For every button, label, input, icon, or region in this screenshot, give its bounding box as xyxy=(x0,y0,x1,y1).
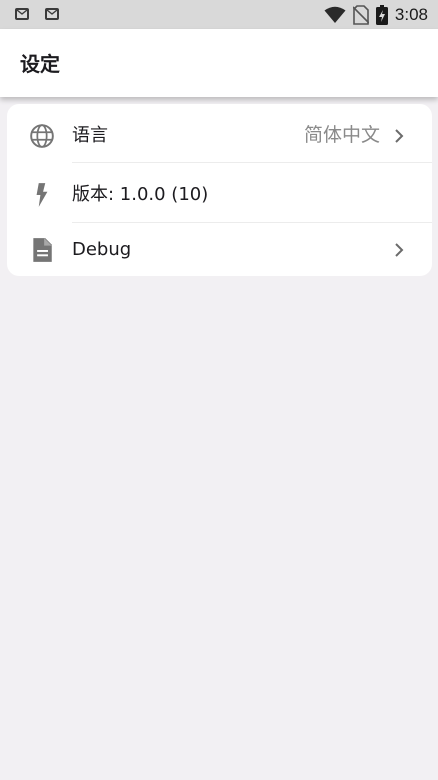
settings-item-label: 语言 xyxy=(72,125,108,146)
chevron-right-icon xyxy=(395,243,404,257)
system-icons: 3:08 xyxy=(324,4,428,26)
settings-item-language[interactable]: 语言 简体中文 xyxy=(7,107,432,164)
mail-icon xyxy=(15,8,29,20)
status-time: 3:08 xyxy=(394,5,428,24)
settings-item-debug[interactable]: Debug xyxy=(7,221,432,276)
bolt-icon xyxy=(36,183,48,207)
divider xyxy=(72,162,432,163)
battery-charging-icon xyxy=(375,5,388,25)
no-sim-icon xyxy=(352,5,369,25)
settings-item-version: 版本: 1.0.0 (10) xyxy=(7,166,432,223)
language-value: 简体中文 xyxy=(303,124,380,146)
globe-icon xyxy=(30,124,54,148)
page-title: 设定 xyxy=(20,52,60,76)
notification-icons xyxy=(14,6,60,22)
settings-item-label: Debug xyxy=(72,239,132,260)
wifi-icon xyxy=(324,6,346,23)
mail-icon xyxy=(45,8,59,20)
status-bar: 3:08 xyxy=(0,0,438,29)
settings-card: 语言 简体中文 版本: 1.0.0 (10) Debug xyxy=(7,104,432,276)
chevron-right-icon xyxy=(395,129,404,143)
settings-item-label: 版本: 1.0.0 (10) xyxy=(72,184,209,205)
app-bar: 设定 xyxy=(0,29,438,97)
document-icon xyxy=(33,238,52,262)
